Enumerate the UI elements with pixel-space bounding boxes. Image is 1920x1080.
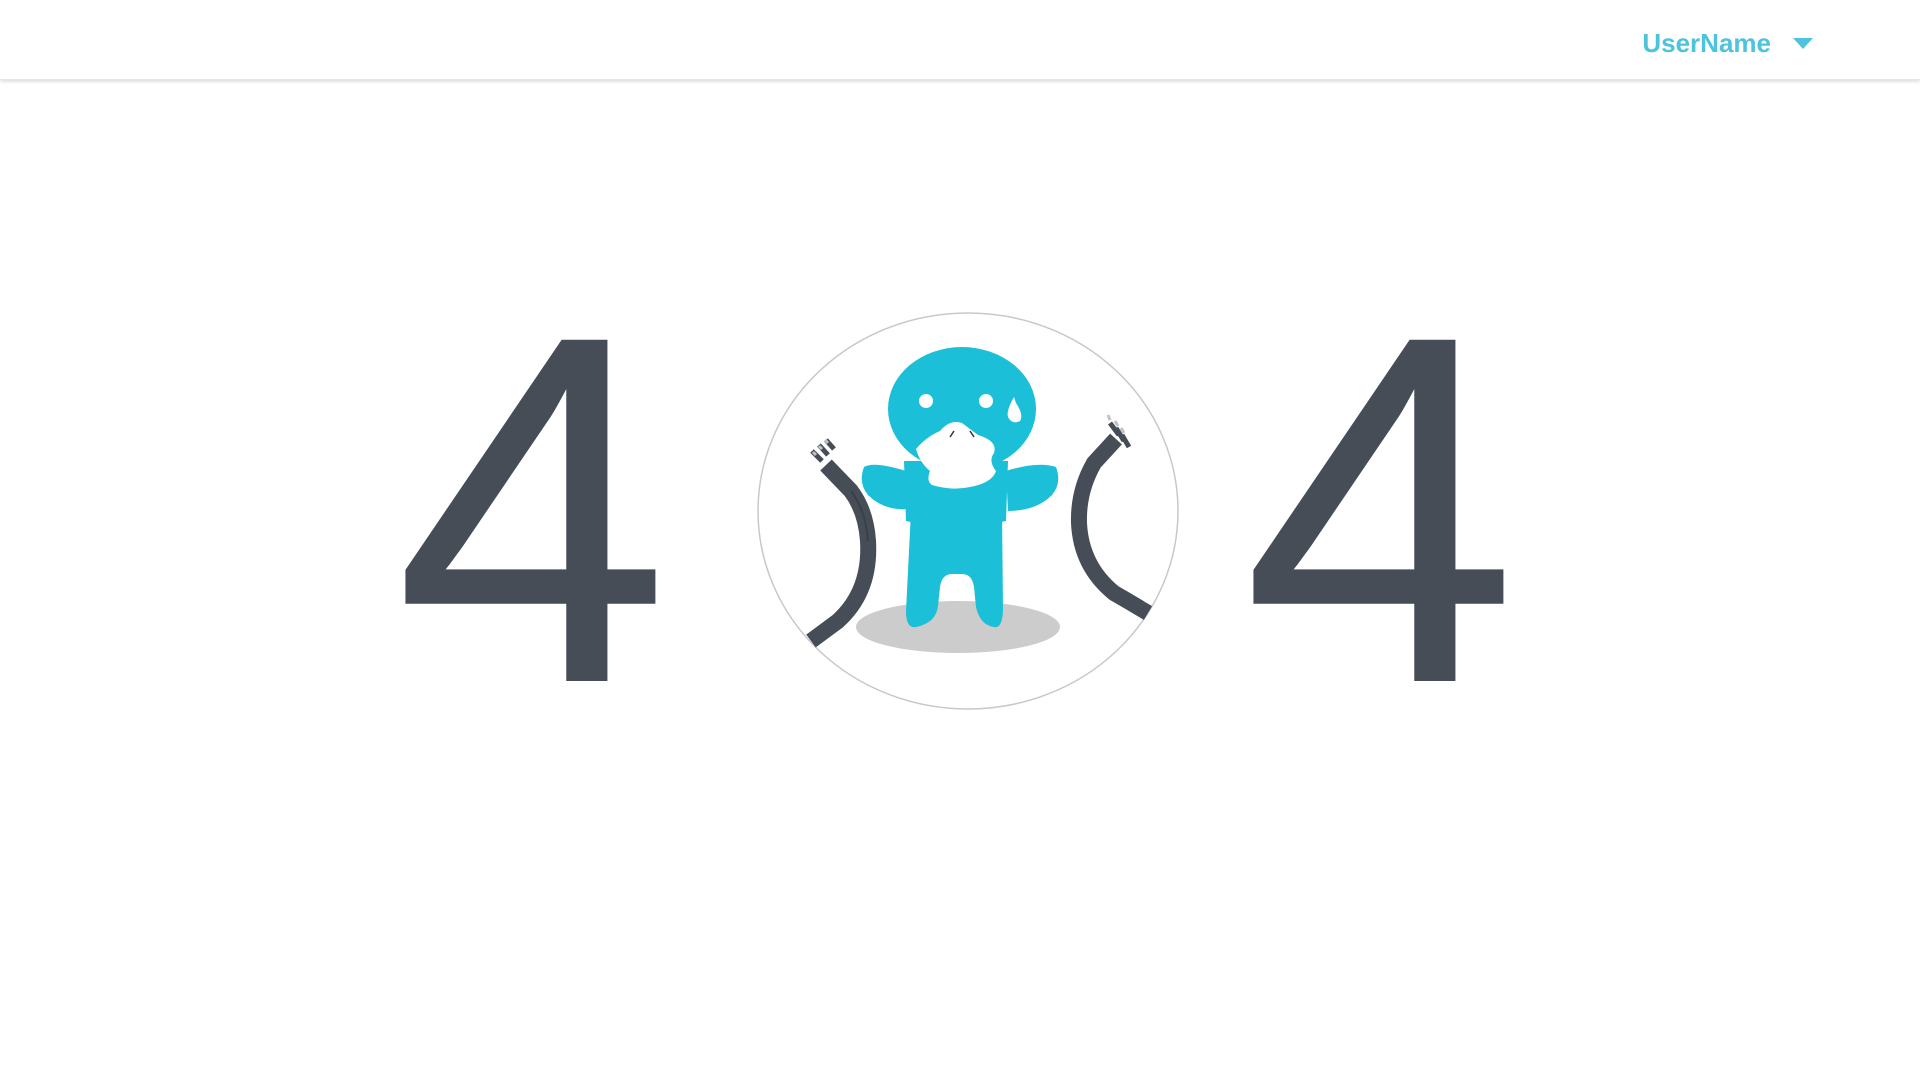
error-code-digit-left: 4 xyxy=(394,233,670,787)
top-navigation-bar: UserName xyxy=(0,0,1920,80)
mascot-shadow xyxy=(856,601,1060,653)
caret-down-icon[interactable] xyxy=(1793,37,1813,49)
mascot-unplugged-cable-illustration xyxy=(757,312,1179,710)
user-menu[interactable]: UserName xyxy=(1642,26,1813,60)
user-name-label[interactable]: UserName xyxy=(1642,28,1771,59)
error-code-digit-right: 4 xyxy=(1242,233,1518,787)
